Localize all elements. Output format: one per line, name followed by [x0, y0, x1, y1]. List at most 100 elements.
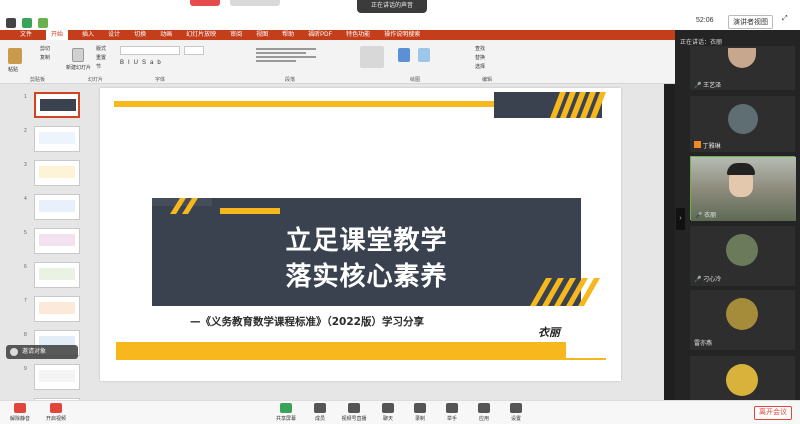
leave-meeting-button[interactable]: 离开会议: [754, 406, 792, 420]
cut-button[interactable]: 剪切: [40, 45, 50, 52]
ppt-tab-11[interactable]: 特色功能: [346, 30, 370, 40]
toolbar-item-6[interactable]: 录制: [404, 403, 436, 422]
participant-tile-6[interactable]: [690, 356, 795, 400]
slide-thumb-number: 1: [24, 94, 27, 100]
toolbar-label: 解除静音: [9, 416, 30, 422]
meeting-bottom-toolbar: 离开会议 解除静音 开启视频 共享屏幕 成员 视频号直播 聊天 录制 举手 应用 设置: [0, 400, 800, 424]
new-slide-button[interactable]: 新建幻灯片: [66, 64, 96, 71]
participant-name: 丁雅琳: [694, 141, 721, 150]
share-indicator: [190, 0, 220, 6]
toolbar-label: 设置: [510, 416, 521, 422]
font-size-select[interactable]: [184, 46, 204, 55]
participant-tile-2[interactable]: 丁雅琳: [690, 96, 795, 152]
shapes-gallery[interactable]: [360, 46, 384, 68]
ppt-tab-7[interactable]: 审阅: [230, 30, 242, 40]
participant-name: 🎤 衣丽: [695, 213, 717, 219]
new-slide-icon[interactable]: [72, 48, 84, 62]
quick-styles-icon[interactable]: [418, 48, 430, 62]
toolbar-item-5[interactable]: 聊天: [372, 403, 404, 422]
font-format-buttons[interactable]: BIUSab: [120, 60, 210, 69]
arrange-icon[interactable]: [398, 48, 410, 62]
slide-thumbnail[interactable]: [34, 296, 80, 322]
banner-accent-left: [220, 208, 280, 214]
group-label-clipboard: 剪贴板: [30, 77, 46, 83]
slide-thumbnail[interactable]: [34, 228, 80, 254]
shield-icon[interactable]: [22, 18, 32, 28]
meeting-info-icon[interactable]: [6, 18, 16, 28]
section-button[interactable]: 节: [96, 63, 101, 70]
avatar: [726, 298, 758, 330]
slide-thumb-number: 5: [24, 230, 27, 236]
toolbar-item-2[interactable]: 共享屏幕: [270, 403, 302, 422]
participant-name: 雷亦燕: [694, 341, 713, 347]
current-slide[interactable]: 立足课堂教学 落实核心素养 —《义务教育数学课程标准》（2022版）学习分享 衣…: [100, 88, 621, 381]
paste-icon[interactable]: [8, 48, 22, 64]
participant-tile-1[interactable]: 🎤 王艺泽: [690, 46, 795, 90]
toolbar-label: 聊天: [382, 416, 393, 422]
toolbar-icon: [478, 403, 490, 413]
toolbar-label: 应用: [478, 416, 489, 422]
status-icons: [6, 18, 48, 28]
slide-thumbnail[interactable]: [34, 194, 80, 220]
slide-thumbnail-content: [39, 302, 75, 314]
paragraph-controls[interactable]: [256, 46, 326, 68]
participant-tile-3-active-video[interactable]: 🎤 衣丽: [690, 156, 796, 221]
group-label-editing: 编辑: [482, 77, 493, 83]
avatar: [728, 104, 758, 134]
toolbar-label: 举手: [446, 416, 457, 422]
toolbar-item-8[interactable]: 应用: [468, 403, 500, 422]
ppt-tab-9[interactable]: 帮助: [282, 30, 294, 40]
toolbar-item-3[interactable]: 成员: [304, 403, 336, 422]
find-button[interactable]: 查找: [475, 45, 485, 52]
font-name-select[interactable]: [120, 46, 180, 55]
layout-button[interactable]: 版式: [96, 45, 106, 52]
toolbar-item-7[interactable]: 举手: [436, 403, 468, 422]
toolbar-item-9[interactable]: 设置: [500, 403, 532, 422]
reset-button[interactable]: 重置: [96, 54, 106, 61]
fullscreen-icon[interactable]: ⤢: [782, 15, 788, 23]
toolbar-label: 成员: [314, 416, 325, 422]
bottom-accent-bar: [116, 342, 566, 360]
top-accent-bar: [114, 101, 494, 107]
group-label-font: 字体: [155, 77, 166, 83]
ppt-tab-1[interactable]: 开始: [46, 30, 69, 40]
ppt-tab-12[interactable]: 操作说明搜索: [384, 30, 420, 40]
slide-thumbnail-content: [39, 268, 75, 280]
slide-thumbnail-content: [39, 166, 75, 178]
ppt-tab-4[interactable]: 切换: [134, 30, 146, 40]
participant-tile-4[interactable]: 🎤 刁心冷: [690, 226, 795, 286]
replace-button[interactable]: 替换: [475, 54, 485, 61]
participant-tile-5[interactable]: 雷亦燕: [690, 290, 795, 350]
ppt-tab-3[interactable]: 设计: [108, 30, 120, 40]
slide-thumb-number: 6: [24, 264, 27, 270]
group-label-drawing: 绘图: [410, 77, 421, 83]
avatar: [726, 364, 758, 396]
slide-thumbnail[interactable]: [34, 92, 80, 118]
slide-thumbnail[interactable]: [34, 262, 80, 288]
ppt-tab-8[interactable]: 视图: [256, 30, 268, 40]
copy-button[interactable]: 复制: [40, 54, 50, 61]
speaker-hair: [727, 163, 755, 175]
ppt-tab-5[interactable]: 动画: [160, 30, 172, 40]
ppt-tab-0[interactable]: 文件: [20, 30, 32, 40]
slide-thumb-number: 4: [24, 196, 27, 202]
view-mode-button[interactable]: 演讲者视图: [728, 15, 773, 29]
slide-title-line2: 落实核心素养: [285, 262, 448, 292]
collapse-gallery-button[interactable]: ›: [676, 208, 685, 230]
ppt-tab-6[interactable]: 幻灯片放映: [186, 30, 216, 40]
select-button[interactable]: 选择: [475, 63, 485, 70]
slide-thumbnail-content: [39, 234, 75, 246]
toolbar-item-0[interactable]: 解除静音: [4, 403, 36, 422]
toolbar-icon: [50, 403, 62, 413]
slide-thumbnail[interactable]: [34, 126, 80, 152]
toolbar-item-1[interactable]: 开启视频: [40, 403, 72, 422]
ppt-tab-2[interactable]: 插入: [82, 30, 94, 40]
ppt-tab-10[interactable]: 福昕PDF: [308, 30, 332, 40]
slide-thumbnail[interactable]: [34, 364, 80, 390]
toolbar-item-4[interactable]: 视频号直播: [338, 403, 370, 422]
ppt-tab-bar: 文件 开始 插入 设计 切换 动画 幻灯片放映 审阅 视图 帮助 福昕PDF 特色功能 操作说明搜索: [0, 30, 675, 40]
participant-name: 🎤 王艺泽: [694, 83, 722, 89]
paste-button[interactable]: 粘贴: [8, 66, 18, 73]
slide-thumbnail[interactable]: [34, 160, 80, 186]
floating-invite-pill[interactable]: 邀请对象: [6, 345, 78, 359]
